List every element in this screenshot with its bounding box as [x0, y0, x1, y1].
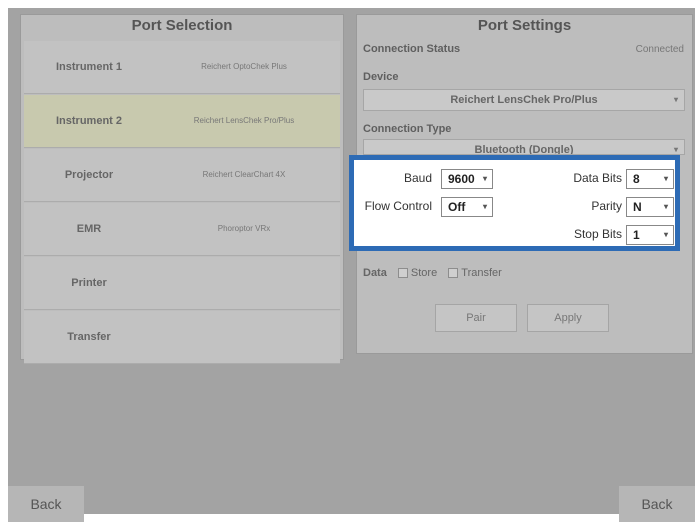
chevron-down-icon: ▾ — [673, 145, 678, 154]
transfer-label: Transfer — [461, 267, 502, 279]
port-selection-title: Port Selection — [131, 17, 233, 34]
port-row-instrument-1[interactable]: Instrument 1 Reichert OptoChek Plus — [24, 41, 340, 94]
parity-label: Parity — [591, 199, 622, 213]
apply-button[interactable]: Apply — [527, 304, 609, 332]
chevron-down-icon: ▾ — [663, 174, 668, 183]
data-bits-value: 8 — [633, 172, 640, 186]
parity-value: N — [633, 200, 642, 214]
data-bits-label: Data Bits — [573, 171, 622, 185]
data-bits-select[interactable]: 8 ▾ — [626, 169, 674, 189]
port-name: Instrument 1 — [55, 61, 122, 73]
chevron-down-icon: ▾ — [673, 95, 678, 104]
baud-label: Baud — [403, 171, 432, 185]
port-device: Reichert ClearChart 4X — [202, 170, 286, 179]
port-name: Projector — [64, 169, 114, 181]
port-row-emr[interactable]: EMR Phoroptor VRx — [24, 203, 340, 256]
port-device — [154, 311, 334, 363]
flow-control-label: Flow Control — [364, 199, 432, 213]
stop-bits-label: Stop Bits — [573, 227, 622, 241]
port-name: Transfer — [67, 331, 111, 343]
serial-settings-highlight: Baud 9600 ▾ Flow Control Off ▾ Data Bits… — [349, 155, 680, 251]
chevron-down-icon: ▾ — [663, 202, 668, 211]
back-button-right[interactable]: Back — [619, 486, 695, 522]
chevron-down-icon: ▾ — [482, 202, 487, 211]
store-label: Store — [410, 267, 438, 279]
parity-select[interactable]: N ▾ — [626, 197, 674, 217]
connection-type-value: Bluetooth (Dongle) — [474, 144, 574, 155]
port-device: Phoroptor VRx — [217, 224, 271, 233]
connection-type-label: Connection Type — [363, 123, 452, 135]
back-button-left[interactable]: Back — [8, 486, 84, 522]
port-row-printer[interactable]: Printer — [24, 257, 340, 310]
port-device: Reichert LensChek Pro/Plus — [193, 116, 295, 125]
chevron-down-icon: ▾ — [482, 174, 487, 183]
flow-control-select[interactable]: Off ▾ — [441, 197, 493, 217]
chevron-down-icon: ▾ — [663, 230, 668, 239]
port-row-projector[interactable]: Projector Reichert ClearChart 4X — [24, 149, 340, 202]
device-dropdown-value: Reichert LensChek Pro/Plus — [450, 94, 598, 106]
stop-bits-select[interactable]: 1 ▾ — [626, 225, 674, 245]
port-device — [154, 257, 334, 309]
connection-status-value: Connected — [635, 44, 684, 55]
port-name: EMR — [76, 223, 102, 235]
flow-control-value: Off — [448, 200, 466, 214]
device-dropdown[interactable]: Reichert LensChek Pro/Plus ▾ — [363, 89, 685, 111]
baud-value: 9600 — [448, 172, 475, 186]
transfer-checkbox[interactable] — [448, 268, 459, 279]
port-row-transfer[interactable]: Transfer — [24, 311, 340, 364]
device-label: Device — [363, 71, 399, 83]
port-row-instrument-2[interactable]: Instrument 2 Reichert LensChek Pro/Plus — [24, 95, 340, 148]
stop-bits-value: 1 — [633, 228, 640, 242]
port-name: Instrument 2 — [55, 115, 122, 127]
pair-button[interactable]: Pair — [435, 304, 517, 332]
data-options: Data Store Transfer — [363, 267, 502, 279]
connection-type-dropdown[interactable]: Bluetooth (Dongle) ▾ — [363, 139, 685, 155]
port-device: Reichert OptoChek Plus — [201, 62, 287, 71]
store-checkbox[interactable] — [397, 268, 408, 279]
baud-select[interactable]: 9600 ▾ — [441, 169, 493, 189]
port-selection-panel: Port Selection Instrument 1 Reichert Opt… — [20, 14, 344, 364]
port-settings-title: Port Settings — [477, 17, 572, 34]
app-window: Port Selection Instrument 1 Reichert Opt… — [8, 8, 695, 522]
connection-status-label: Connection Status — [363, 43, 461, 55]
port-name: Printer — [71, 277, 107, 289]
data-label: Data — [363, 267, 387, 279]
